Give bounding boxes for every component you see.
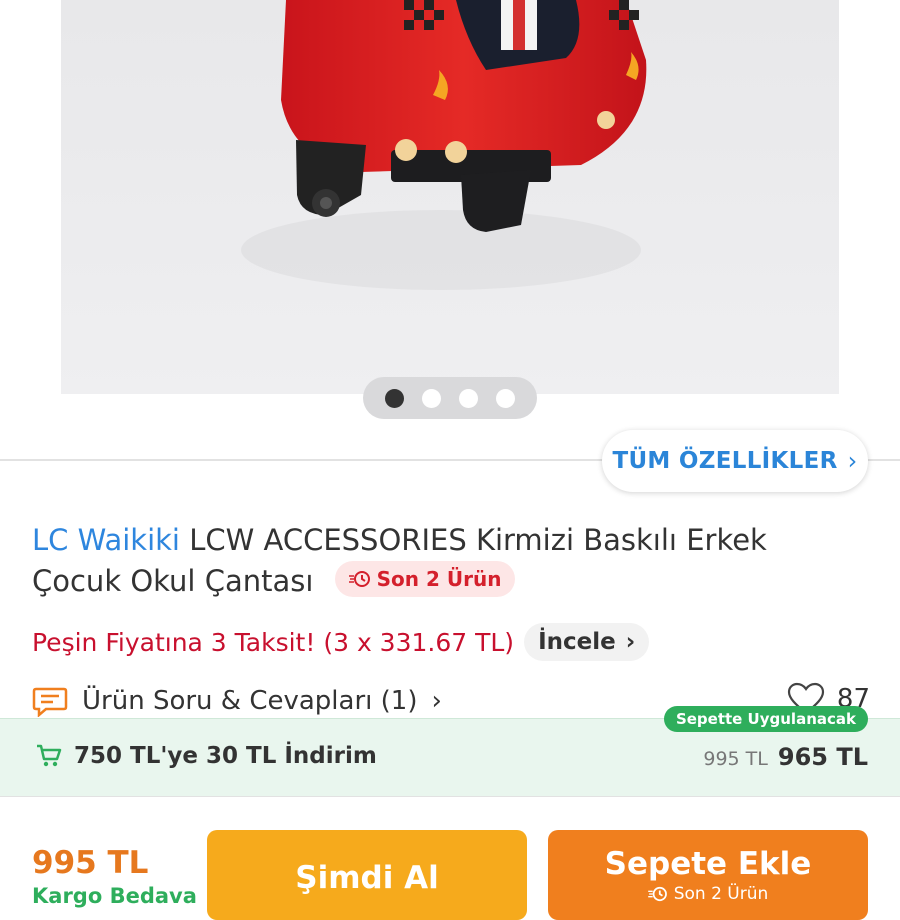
clock-fast-icon — [348, 571, 370, 587]
discount-text: 750 TL'ye 30 TL İndirim — [74, 743, 377, 769]
gallery-pagination[interactable] — [363, 377, 537, 419]
pagination-dot-active[interactable] — [385, 388, 404, 408]
product-image-gallery[interactable] — [0, 0, 900, 460]
review-label: İncele — [538, 629, 616, 655]
installment-review-button[interactable]: İncele › — [524, 623, 650, 661]
discount-info: 750 TL'ye 30 TL İndirim — [36, 743, 377, 769]
brand-link[interactable]: LC Waikiki — [32, 523, 180, 557]
discount-prices: 995 TL 965 TL — [703, 743, 868, 771]
stock-badge-label: Son 2 Ürün — [376, 566, 502, 591]
all-specs-button[interactable]: TÜM ÖZELLİKLER › — [602, 430, 868, 492]
product-title: LC Waikiki LCW ACCESSORIES Kirmizi Baskı… — [32, 520, 862, 602]
qa-label: Ürün Soru & Cevapları (1) — [82, 686, 418, 716]
chevron-right-icon: › — [431, 686, 442, 716]
pagination-dot[interactable] — [496, 388, 515, 408]
cart-icon — [37, 744, 62, 767]
add-to-cart-subtext: Son 2 Ürün — [647, 884, 769, 904]
pagination-dot[interactable] — [459, 388, 478, 408]
chevron-right-icon: › — [847, 447, 858, 475]
add-to-cart-label: Sepete Ekle — [604, 846, 812, 882]
add-to-cart-button[interactable]: Sepete Ekle Son 2 Ürün — [548, 830, 868, 920]
product-price: 995 TL — [32, 845, 149, 881]
pagination-dot[interactable] — [422, 388, 441, 408]
free-shipping-label: Kargo Bedava — [32, 884, 197, 908]
trolley-bag-illustration — [241, 0, 647, 290]
buy-now-button[interactable]: Şimdi Al — [207, 830, 527, 920]
product-photo[interactable] — [61, 0, 839, 394]
cart-discount-banner: Sepette Uygulanacak 750 TL'ye 30 TL İndi… — [0, 706, 900, 797]
chevron-right-icon: › — [625, 629, 636, 655]
all-specs-label: TÜM ÖZELLİKLER — [612, 448, 838, 474]
stock-badge: Son 2 Ürün — [334, 561, 516, 597]
installment-text: Peşin Fiyatına 3 Taksit! (3 x 331.67 TL) — [32, 627, 515, 657]
bottom-action-bar: 995 TL Kargo Bedava Şimdi Al Sepete Ekle… — [0, 796, 900, 920]
discounted-price: 965 TL — [777, 743, 868, 771]
discount-tag: Sepette Uygulanacak — [663, 706, 868, 732]
chat-bubble-icon — [32, 687, 68, 717]
installment-info: Peşin Fiyatına 3 Taksit! (3 x 331.67 TL)… — [32, 623, 650, 661]
original-price: 995 TL — [703, 748, 768, 770]
add-to-cart-stock: Son 2 Ürün — [673, 884, 769, 904]
buy-now-label: Şimdi Al — [295, 860, 439, 896]
qa-row[interactable]: Ürün Soru & Cevapları (1) › — [32, 685, 442, 717]
